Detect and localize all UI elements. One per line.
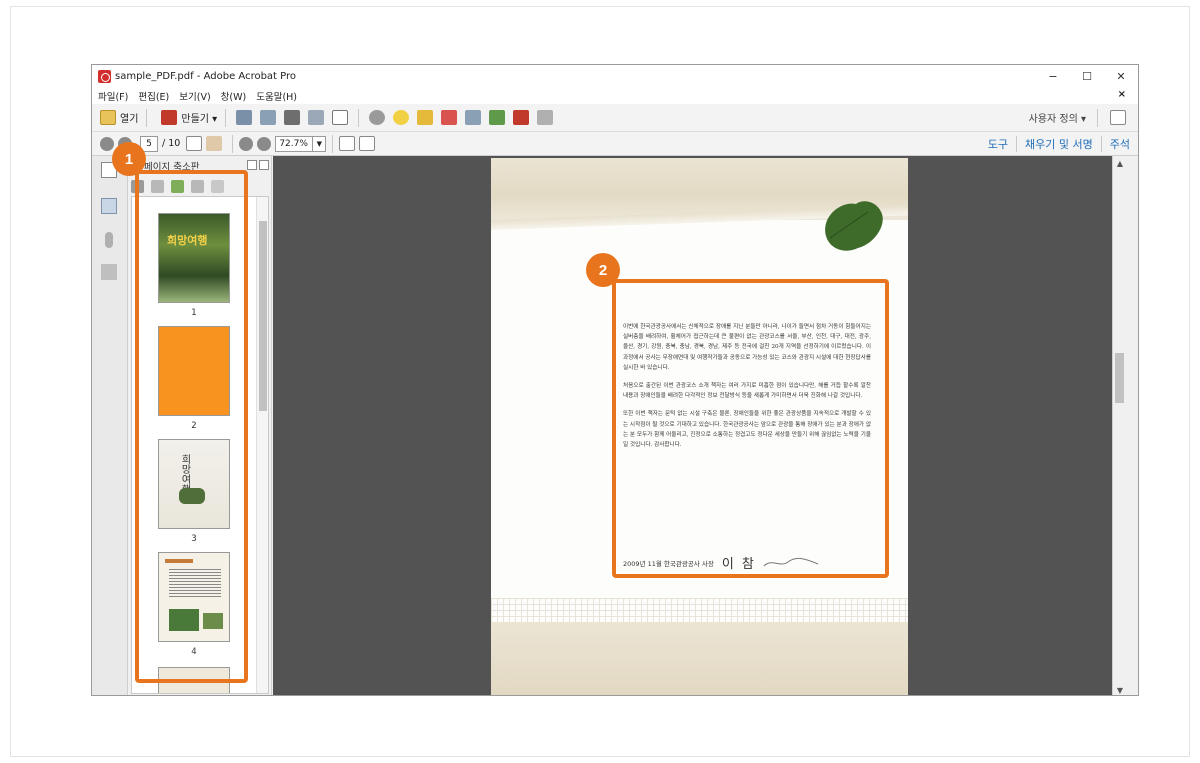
email-icon[interactable] xyxy=(332,110,349,125)
protect-icon[interactable] xyxy=(513,110,530,125)
edit-document-icon[interactable] xyxy=(308,110,325,125)
folder-icon xyxy=(100,110,116,125)
document-scrollbar[interactable]: ▲ ▼ xyxy=(1112,156,1126,695)
thumbnail-scrollbar-thumb[interactable] xyxy=(259,221,267,411)
comment-icon[interactable] xyxy=(393,110,410,125)
toolbar-separator xyxy=(232,134,234,153)
panel-options-icon[interactable] xyxy=(247,160,257,170)
thumbnail-scrollbar[interactable] xyxy=(256,197,268,693)
task-pane-links: 도구 채우기 및 서명 주석 xyxy=(980,132,1138,156)
open-button[interactable]: 열기 xyxy=(98,107,140,129)
cloud-upload-icon[interactable] xyxy=(260,110,277,125)
signatures-icon[interactable] xyxy=(101,264,117,280)
scrolling-mode-icon[interactable] xyxy=(339,136,356,151)
callout-badge-1: 1 xyxy=(112,142,146,176)
customize-button-label: 사용자 정의 ▾ xyxy=(1028,114,1086,125)
create-button[interactable]: 만들기 ▾ xyxy=(159,107,219,129)
scroll-up-icon[interactable]: ▲ xyxy=(1113,156,1126,170)
select-tool-icon[interactable] xyxy=(186,136,203,151)
zoom-level-input[interactable]: 72.7% xyxy=(275,135,314,152)
scroll-down-icon[interactable]: ▼ xyxy=(1113,683,1126,695)
stamp-icon[interactable] xyxy=(441,110,458,125)
maximize-button[interactable]: ☐ xyxy=(1070,65,1104,87)
export-icon[interactable] xyxy=(489,110,506,125)
title-bar: sample_PDF.pdf - Adobe Acrobat Pro − ☐ ✕ xyxy=(92,65,1138,87)
fill-and-sign-link[interactable]: 채우기 및 서명 xyxy=(1016,136,1101,152)
minimize-button[interactable]: − xyxy=(1036,65,1070,87)
open-button-label: 열기 xyxy=(120,114,139,125)
toolbar-separator xyxy=(1097,108,1098,127)
callout-box-thumbnails xyxy=(135,170,248,683)
callout-box-letter xyxy=(612,279,889,578)
hand-tool-icon[interactable] xyxy=(206,136,223,151)
document-scrollbar-thumb[interactable] xyxy=(1115,353,1124,403)
attachments-icon[interactable] xyxy=(105,232,113,248)
menu-bar: 파일(F) 편집(E) 보기(V) 창(W) 도움말(H) × xyxy=(92,87,1138,104)
highlight-icon[interactable] xyxy=(417,110,434,125)
menu-help[interactable]: 도움말(H) xyxy=(256,89,297,103)
toolbar-separator xyxy=(225,108,227,127)
save-icon[interactable] xyxy=(236,110,253,125)
window-title: sample_PDF.pdf - Adobe Acrobat Pro xyxy=(115,70,297,82)
window-controls: − ☐ ✕ xyxy=(1036,65,1138,87)
menu-edit[interactable]: 편집(E) xyxy=(138,89,169,103)
comment-link[interactable]: 주석 xyxy=(1100,136,1138,152)
settings-gear-icon[interactable] xyxy=(369,110,386,125)
callout-badge-2: 2 xyxy=(586,253,620,287)
menu-view[interactable]: 보기(V) xyxy=(179,89,210,103)
create-pdf-icon xyxy=(161,110,178,125)
leaf-illustration xyxy=(825,201,883,251)
panel-collapse-icon[interactable] xyxy=(259,160,269,170)
acrobat-app-icon xyxy=(98,69,111,83)
expand-icon[interactable] xyxy=(1110,110,1126,125)
main-toolbar: 열기 만들기 ▾ 사용자 정의 ▾ xyxy=(92,104,1138,132)
toolbar-separator xyxy=(358,108,360,127)
create-button-label: 만들기 ▾ xyxy=(181,114,218,125)
menu-file[interactable]: 파일(F) xyxy=(98,89,128,103)
combine-files-icon[interactable] xyxy=(465,110,482,125)
page-total: / 10 xyxy=(162,138,181,149)
page-grid-texture xyxy=(491,598,908,622)
navigation-rail xyxy=(92,156,128,695)
toolbar-separator xyxy=(146,108,148,127)
bookmarks-icon[interactable] xyxy=(101,198,117,214)
close-button[interactable]: ✕ xyxy=(1104,65,1138,87)
close-document-icon[interactable]: × xyxy=(1118,89,1126,100)
print-icon[interactable] xyxy=(284,110,301,125)
previous-page-icon[interactable] xyxy=(100,136,114,151)
toolbar-separator xyxy=(332,134,334,153)
navigation-toolbar: 5 / 10 72.7% ▼ 도구 채우기 및 서명 주석 xyxy=(92,132,1138,156)
zoom-out-icon[interactable] xyxy=(239,136,254,151)
attach-icon[interactable] xyxy=(537,110,554,125)
zoom-dropdown-icon[interactable]: ▼ xyxy=(313,135,327,152)
tools-link[interactable]: 도구 xyxy=(980,136,1016,152)
page-footer-texture xyxy=(491,622,908,695)
fit-page-icon[interactable] xyxy=(359,136,376,151)
menu-window[interactable]: 창(W) xyxy=(221,89,247,103)
zoom-in-icon[interactable] xyxy=(257,136,272,151)
customize-button[interactable]: 사용자 정의 ▾ xyxy=(1027,107,1088,129)
